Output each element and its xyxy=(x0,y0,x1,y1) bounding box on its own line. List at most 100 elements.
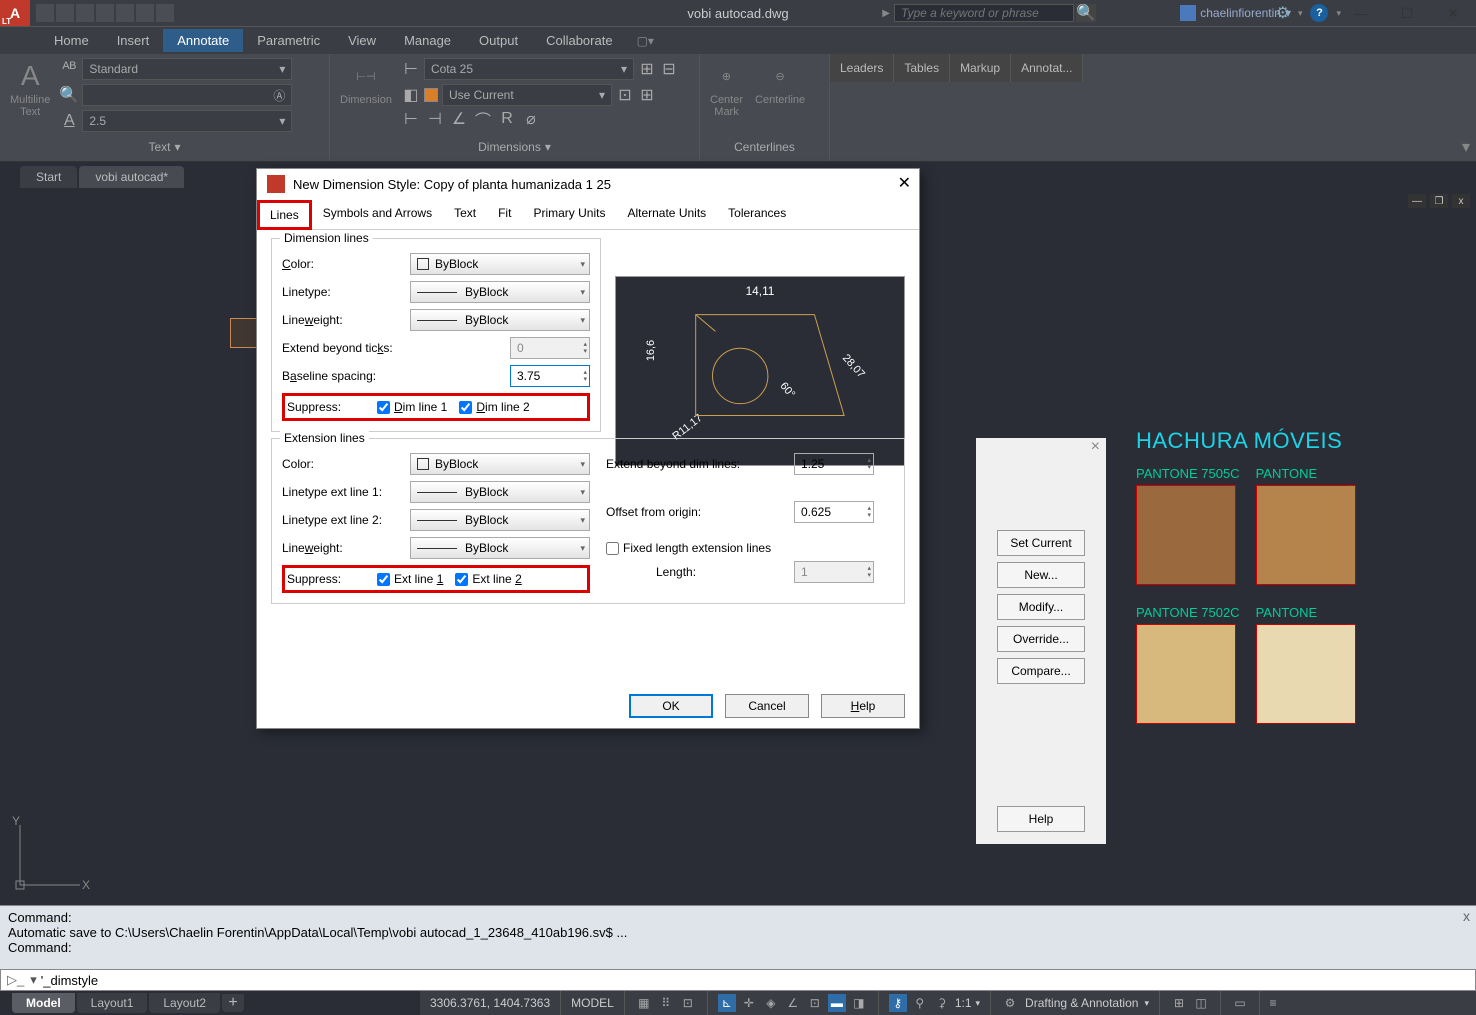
doc-restore-icon[interactable]: ❐ xyxy=(1430,194,1448,208)
dim-layer-combo[interactable]: Use Current▾ xyxy=(442,84,612,106)
tab-lines[interactable]: Lines xyxy=(257,200,312,230)
dim-radius-icon[interactable]: R xyxy=(498,110,516,128)
search-dropdown-icon[interactable]: ▶ xyxy=(882,8,890,19)
dim-extra1-icon[interactable]: ⊞ xyxy=(638,60,656,78)
dim-linetype-combo[interactable]: ByBlock xyxy=(410,281,590,303)
tab-fit[interactable]: Fit xyxy=(487,200,522,230)
dim-arc-icon[interactable]: ⌒ xyxy=(474,110,492,128)
chk-dimline1-input[interactable] xyxy=(377,401,390,414)
dim-layer-icon[interactable]: ◧ xyxy=(402,86,420,104)
chk-extline2[interactable]: Ext line 2 xyxy=(455,572,521,586)
tab-alternate-units[interactable]: Alternate Units xyxy=(616,200,717,230)
tab-collaborate[interactable]: Collaborate xyxy=(532,29,627,52)
app-icon[interactable]: A xyxy=(0,0,30,26)
dim-color-combo[interactable]: ByBlock xyxy=(410,253,590,275)
cancel-button[interactable]: Cancel xyxy=(725,694,809,718)
layout-tab-1[interactable]: Layout1 xyxy=(77,993,148,1013)
tab-insert[interactable]: Insert xyxy=(103,29,164,52)
find-text-input[interactable]: Ⓐ xyxy=(82,84,292,106)
workspace-combo[interactable]: Drafting & Annotation xyxy=(1025,996,1138,1010)
dim-extra4-icon[interactable]: ⊞ xyxy=(638,86,656,104)
dim-angular-icon[interactable]: ∠ xyxy=(450,110,468,128)
ext-color-combo[interactable]: ByBlock xyxy=(410,453,590,475)
tab-output[interactable]: Output xyxy=(465,29,532,52)
annoviz-icon[interactable]: ⚲ xyxy=(911,994,929,1012)
exchange-icon[interactable]: ⚙ xyxy=(1276,3,1290,23)
layout-tab-2[interactable]: Layout2 xyxy=(149,993,220,1013)
panel-tables[interactable]: Tables xyxy=(894,54,950,82)
annoscale-icon[interactable]: ⚷ xyxy=(889,994,907,1012)
ok-button[interactable]: OK xyxy=(629,694,713,718)
ext-linetype2-combo[interactable]: ByBlock xyxy=(410,509,590,531)
new-button[interactable]: New... xyxy=(997,562,1085,588)
chk-dimline2[interactable]: Dim line 2 xyxy=(459,400,529,414)
search-input[interactable] xyxy=(894,4,1074,22)
dim-extra2-icon[interactable]: ⊟ xyxy=(660,60,678,78)
baseline-spacing-input[interactable]: 3.75 xyxy=(510,365,590,387)
panel-annotation-scaling[interactable]: Annotat... xyxy=(1011,54,1083,82)
qat-save-icon[interactable] xyxy=(76,4,94,22)
command-input[interactable]: ▷_ ▾ '_dimstyle xyxy=(0,969,1476,991)
dialog-titlebar[interactable]: New Dimension Style: Copy of planta huma… xyxy=(257,169,919,199)
tab-view[interactable]: View xyxy=(334,29,390,52)
set-current-button[interactable]: Set Current xyxy=(997,530,1085,556)
find-icon[interactable]: 🔍 xyxy=(60,86,78,104)
find-go-icon[interactable]: Ⓐ xyxy=(273,87,285,104)
annoauto-icon[interactable]: ⚳ xyxy=(933,994,951,1012)
dimension-button[interactable]: ⊢⊣ Dimension xyxy=(338,58,394,108)
dimstyle-icon[interactable]: ⊢ xyxy=(402,60,420,78)
isolate-icon[interactable]: ◫ xyxy=(1192,994,1210,1012)
iso-icon[interactable]: ◈ xyxy=(762,994,780,1012)
override-button[interactable]: Override... xyxy=(997,626,1085,652)
gear-icon[interactable]: ⚙ xyxy=(1001,994,1019,1012)
featured-apps-icon[interactable]: ▢▾ xyxy=(637,34,654,48)
dim-aligned-icon[interactable]: ⊣ xyxy=(426,110,444,128)
chk-extline1-input[interactable] xyxy=(377,573,390,586)
qat-new-icon[interactable] xyxy=(36,4,54,22)
length-input[interactable]: 1 xyxy=(794,561,874,583)
customize-icon[interactable]: ≡ xyxy=(1264,994,1282,1012)
tab-primary-units[interactable]: Primary Units xyxy=(522,200,616,230)
dim-diameter-icon[interactable]: ⌀ xyxy=(522,110,540,128)
chk-fixed-length-input[interactable] xyxy=(606,542,619,555)
chk-fixed-length[interactable]: Fixed length extension lines xyxy=(606,541,771,555)
layout-tab-model[interactable]: Model xyxy=(12,993,75,1013)
doc-minimize-icon[interactable]: — xyxy=(1408,194,1426,208)
transparency-icon[interactable]: ◨ xyxy=(850,994,868,1012)
tab-parametric[interactable]: Parametric xyxy=(243,29,334,52)
file-tab-start[interactable]: Start xyxy=(20,166,77,188)
help-button-manager[interactable]: Help xyxy=(997,806,1085,832)
chevron-down-icon[interactable]: ▾ xyxy=(1298,8,1303,19)
dim-linear-icon[interactable]: ⊢ xyxy=(402,110,420,128)
centerline-button[interactable]: ⊖ Centerline xyxy=(753,58,807,108)
center-mark-button[interactable]: ⊕ Center Mark xyxy=(708,58,745,120)
ortho-icon[interactable]: ⊾ xyxy=(718,994,736,1012)
extend-ticks-input[interactable]: 0 xyxy=(510,337,590,359)
text-height-icon[interactable]: A xyxy=(60,112,78,130)
qat-undo-icon[interactable] xyxy=(136,4,154,22)
qat-open-icon[interactable] xyxy=(56,4,74,22)
offset-input[interactable]: 0.625 xyxy=(794,501,874,523)
close-button[interactable]: ✕ xyxy=(1430,0,1476,26)
panel-leaders[interactable]: Leaders xyxy=(830,54,894,82)
qat-saveas-icon[interactable] xyxy=(96,4,114,22)
add-layout-button[interactable]: + xyxy=(222,994,244,1012)
dialog-close-button[interactable]: ✕ xyxy=(898,173,911,193)
abc-icon[interactable]: ᴬᴮ xyxy=(60,60,78,78)
panel-markup[interactable]: Markup xyxy=(950,54,1011,82)
tab-annotate[interactable]: Annotate xyxy=(163,29,243,52)
chk-extline2-input[interactable] xyxy=(455,573,468,586)
model-toggle[interactable]: MODEL xyxy=(561,991,625,1015)
grid-icon[interactable]: ▦ xyxy=(635,994,653,1012)
ribbon-expand-icon[interactable]: ▾ xyxy=(1462,137,1470,157)
snap-icon[interactable]: ⠿ xyxy=(657,994,675,1012)
maximize-button[interactable]: ☐ xyxy=(1384,0,1430,26)
infer-icon[interactable]: ⊡ xyxy=(679,994,697,1012)
ext-lineweight-combo[interactable]: ByBlock xyxy=(410,537,590,559)
cmdline-close-icon[interactable]: x xyxy=(1463,908,1470,924)
panel-title-centerlines[interactable]: Centerlines xyxy=(708,137,821,157)
clean-screen-icon[interactable]: ▭ xyxy=(1231,994,1249,1012)
dim-style-combo[interactable]: Cota 25▾ xyxy=(424,58,634,80)
tab-symbols[interactable]: Symbols and Arrows xyxy=(312,200,443,230)
multiline-text-button[interactable]: A Multiline Text xyxy=(8,58,52,120)
